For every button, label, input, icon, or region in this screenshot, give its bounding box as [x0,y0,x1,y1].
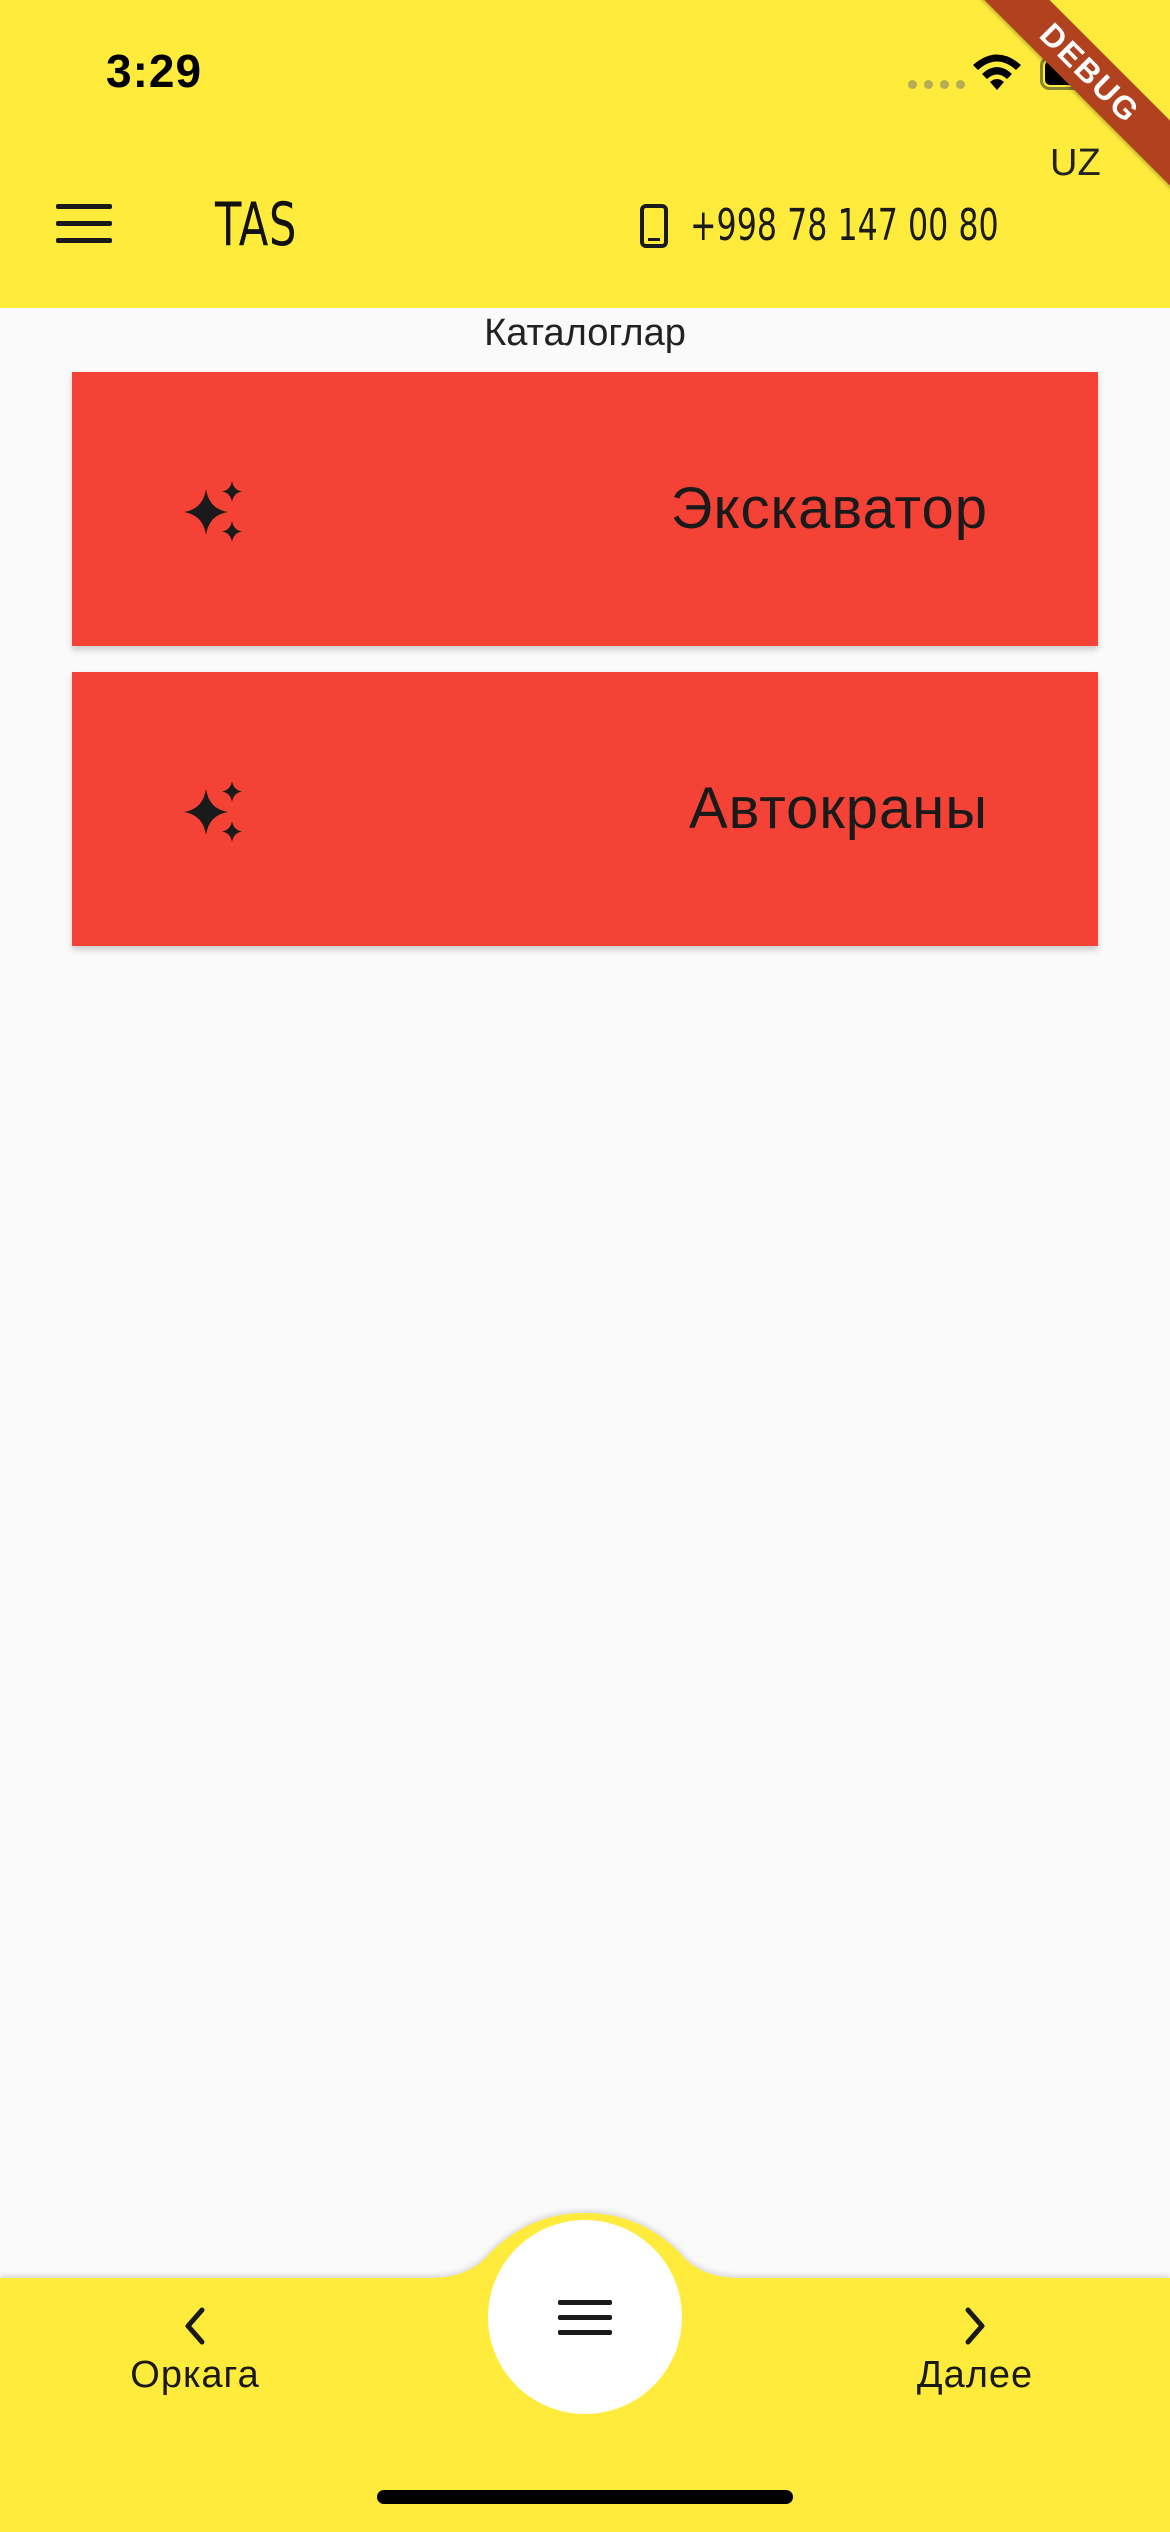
menu-fab-button[interactable] [488,2220,682,2414]
next-button[interactable]: Далее [870,2290,1080,2397]
catalog-item-label: Автокраны [689,776,988,841]
next-button-label: Далее [916,2354,1034,2396]
back-button[interactable]: Оркага [90,2290,300,2397]
chevron-left-icon [185,2307,205,2345]
back-button-label: Оркага [130,2354,260,2396]
app-bar: 3:29 DEBUG UZ TAS +998 78 147 00 80 [0,0,1170,308]
battery-icon [1040,56,1108,90]
page-title: Каталоглар [484,312,686,354]
catalog-item-truck-cranes[interactable]: Автокраны [72,672,1098,946]
sparkles-icon [184,481,242,542]
catalog-item-label: Экскаватор [670,476,988,541]
menu-icon[interactable] [56,204,112,244]
menu-icon [558,2300,612,2336]
wifi-icon [973,54,1021,90]
language-switch[interactable]: UZ [1050,142,1101,185]
status-time: 3:29 [106,45,203,97]
chevron-right-icon [965,2307,985,2345]
home-indicator[interactable] [377,2490,793,2504]
phone-number[interactable]: +998 78 147 00 80 [690,200,999,251]
sparkles-icon [184,781,242,842]
catalog-item-excavator[interactable]: Экскаватор [72,372,1098,646]
cellular-signal-icon [908,80,965,89]
phone-icon [640,204,668,248]
app-title: TAS [215,190,298,260]
